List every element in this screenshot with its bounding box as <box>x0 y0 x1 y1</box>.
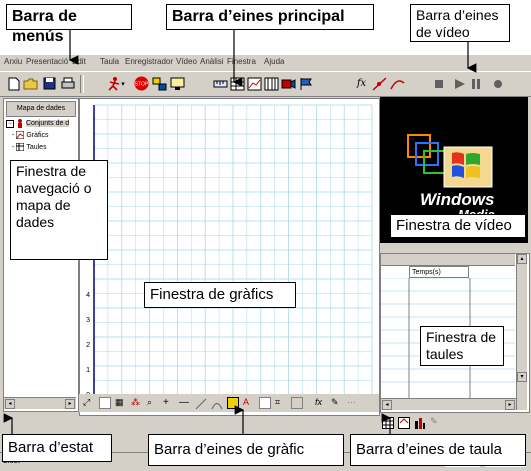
ruler-icon[interactable] <box>213 76 228 91</box>
more-tools-icon[interactable]: ⋯ <box>347 397 359 409</box>
scroll-right-icon[interactable]: ▸ <box>505 400 515 410</box>
graph-icon <box>16 131 25 139</box>
statistics-icon[interactable] <box>227 397 239 409</box>
meter-icon[interactable] <box>264 76 279 91</box>
sensor-icon[interactable] <box>170 76 185 91</box>
scroll-down-icon[interactable]: ▾ <box>517 372 527 382</box>
table-icon <box>16 143 25 151</box>
toolbar-separator <box>80 75 84 93</box>
callout-status-bar: Barra d’estat <box>2 434 112 462</box>
scroll-left-icon[interactable]: ◂ <box>382 400 392 410</box>
annotation-icon[interactable]: A <box>243 397 255 409</box>
video-pause-icon[interactable] <box>468 76 483 91</box>
open-folder-icon[interactable] <box>23 76 38 91</box>
tree-line: - <box>12 143 15 151</box>
table-column-header[interactable]: Temps(s) <box>409 266 469 278</box>
callout-table-window: Finestra de taules <box>420 326 504 366</box>
table-toolbar: ✎ <box>380 413 530 431</box>
collect-data-icon[interactable] <box>152 76 167 91</box>
person-icon <box>18 119 22 128</box>
menu-item-finestra[interactable]: Finestra <box>227 57 256 66</box>
slope-icon[interactable] <box>195 397 207 410</box>
main-toolbar: ▾ STOP fx <box>0 72 531 97</box>
menu-item-presentacio[interactable]: Presentació <box>26 57 68 66</box>
print-icon[interactable] <box>60 76 75 91</box>
table-header-row <box>381 254 515 266</box>
y-tick-label: 2 <box>86 342 90 349</box>
zoom-box-icon[interactable] <box>99 397 111 409</box>
menu-item-ajuda[interactable]: Ajuda <box>264 57 284 66</box>
data-map-title: Mapa de dades <box>6 101 76 117</box>
menu-item-analisi[interactable]: Anàlisi <box>200 57 224 66</box>
chevron-down-icon[interactable]: ▾ <box>119 76 127 91</box>
scale-icon[interactable]: ▦ <box>115 397 127 409</box>
graph-window[interactable]: 01234567891043210 <box>79 98 380 416</box>
menu-item-edit[interactable]: Edit <box>72 57 86 66</box>
nav-item-graphs[interactable]: - Gràfics <box>12 131 49 139</box>
data-points-icon[interactable]: ⁂ <box>131 397 143 409</box>
crosshair-icon[interactable]: + <box>163 397 175 409</box>
menu-item-arxiu[interactable]: Arxiu <box>4 57 22 66</box>
callout-graph-toolbar: Barra d’eines de gràfic <box>148 434 344 466</box>
video-stop-icon[interactable] <box>431 76 446 91</box>
table-format-icon[interactable] <box>398 416 410 429</box>
callout-main-toolbar: Barra d’eines principal <box>166 4 374 30</box>
save-icon[interactable] <box>42 76 57 91</box>
svg-text:STOP: STOP <box>135 82 149 88</box>
nav-item-label: Conjunts de d <box>26 120 70 127</box>
line-icon[interactable]: — <box>179 397 191 409</box>
table-edit-icon[interactable]: ✎ <box>430 416 442 428</box>
stop-sign-icon[interactable]: STOP <box>134 76 149 91</box>
curve-fit-icon[interactable] <box>390 76 405 91</box>
graph-canvas[interactable]: 01234567891043210 <box>80 99 377 413</box>
table-horizontal-scrollbar[interactable]: ◂ ▸ <box>381 398 516 410</box>
menu-bar: Arxiu Presentació Edit Taula Enregistrad… <box>0 55 531 72</box>
expand-box-icon[interactable]: − <box>6 119 14 128</box>
menu-item-video[interactable]: Vídeo <box>176 57 197 66</box>
delete-icon[interactable] <box>291 397 303 409</box>
video-record-icon[interactable] <box>490 76 505 91</box>
callout-video-toolbar: Barra d’eines de vídeo <box>410 4 510 42</box>
area-icon[interactable] <box>211 397 223 410</box>
new-graph-icon[interactable] <box>247 76 262 91</box>
table-vertical-scrollbar[interactable]: ▴ ▾ <box>516 254 527 410</box>
edit-icon[interactable]: ✎ <box>331 397 343 409</box>
zoom-icon[interactable]: ⌕ <box>147 397 159 409</box>
y-tick-label: 1 <box>86 367 90 374</box>
table-stats-icon[interactable] <box>414 416 426 429</box>
tree-line: - <box>12 131 15 139</box>
nav-item-label: Gràfics <box>26 131 49 139</box>
video-play-icon[interactable] <box>452 76 467 91</box>
scroll-left-icon[interactable]: ◂ <box>5 399 15 409</box>
new-table-icon[interactable] <box>230 76 245 91</box>
formula-icon[interactable]: fx <box>315 397 327 409</box>
flag-icon[interactable] <box>298 76 313 91</box>
export-icon[interactable] <box>259 397 271 409</box>
tool-icon[interactable]: ⌗ <box>275 397 287 409</box>
callout-graph-window: Finestra de gràfics <box>144 282 296 308</box>
callout-video-window: Finestra de vídeo <box>390 214 526 238</box>
scroll-up-icon[interactable]: ▴ <box>517 254 527 264</box>
menu-item-taula[interactable]: Taula <box>100 57 119 66</box>
new-file-icon[interactable] <box>6 76 21 91</box>
nav-item-datasets[interactable]: − Conjunts de d <box>6 119 70 128</box>
callout-menu-bar: Barra de menús <box>6 4 132 45</box>
callout-navigation-window: Finestra de navegació o mapa de dades <box>10 160 108 260</box>
callout-table-toolbar: Barra d’eines de taula <box>350 434 526 466</box>
function-icon[interactable]: fx <box>354 76 369 91</box>
autoscale-icon[interactable]: ⤢ <box>83 397 95 409</box>
y-tick-label: 4 <box>86 292 90 299</box>
nav-item-tables[interactable]: - Taules <box>12 143 47 151</box>
video-camera-icon[interactable] <box>281 76 296 91</box>
menu-item-enregistrador[interactable]: Enregistrador <box>125 57 173 66</box>
table-grid-icon[interactable] <box>382 416 394 429</box>
tangent-line-icon[interactable] <box>372 76 387 91</box>
nav-horizontal-scrollbar[interactable]: ◂ ▸ <box>4 397 76 409</box>
y-tick-label: 3 <box>86 317 90 324</box>
nav-item-label: Taules <box>26 143 47 151</box>
application-window: Arxiu Presentació Edit Taula Enregistrad… <box>0 55 531 471</box>
scroll-right-icon[interactable]: ▸ <box>65 399 75 409</box>
graph-toolbar: ⤢ ▦ ⁂ ⌕ + — A ⌗ fx ✎ ⋯ <box>79 394 379 412</box>
